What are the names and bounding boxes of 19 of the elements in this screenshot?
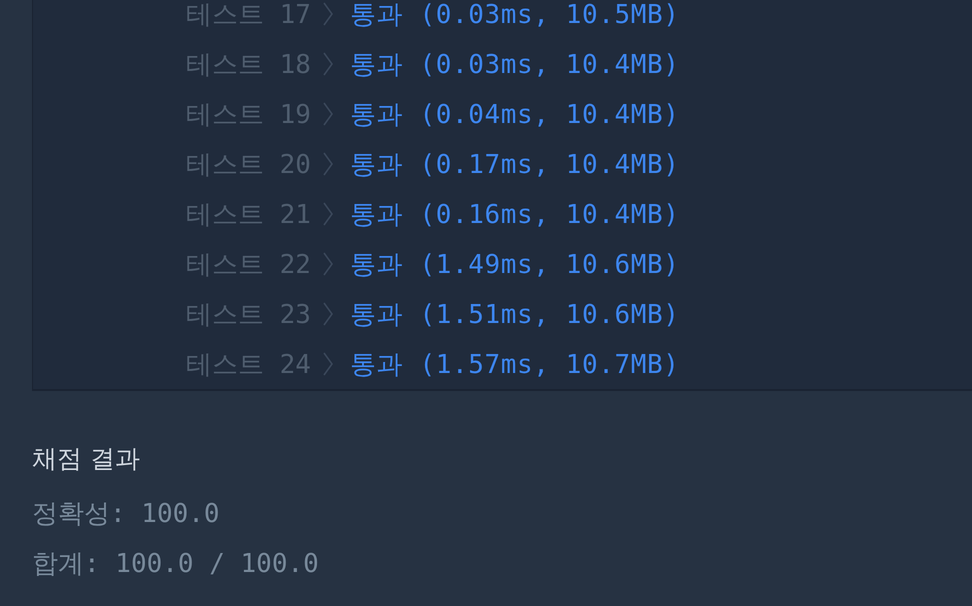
test-result: 통과 (0.03ms, 10.5MB) (350, 0, 680, 32)
test-result: 통과 (0.16ms, 10.4MB) (350, 198, 680, 232)
test-result: 통과 (1.57ms, 10.7MB) (350, 348, 680, 382)
test-result: 통과 (0.03ms, 10.4MB) (350, 48, 680, 82)
chevron-right-icon (322, 101, 334, 127)
grading-title: 채점 결과 (32, 443, 141, 475)
test-result: 통과 (1.51ms, 10.6MB) (350, 298, 680, 332)
score-line: 정확성: 100.0 (32, 498, 221, 531)
chevron-right-icon (322, 151, 334, 177)
chevron-right-icon (322, 301, 334, 327)
test-result: 통과 (0.17ms, 10.4MB) (350, 148, 680, 182)
test-result: 통과 (1.49ms, 10.6MB) (350, 248, 680, 282)
chevron-right-icon (322, 251, 334, 277)
chevron-right-icon (322, 1, 334, 27)
chevron-right-icon (322, 201, 334, 227)
chevron-right-icon (322, 351, 334, 377)
score-line: 합계: 100.0 / 100.0 (32, 548, 320, 581)
chevron-right-icon (322, 51, 334, 77)
test-result: 통과 (0.04ms, 10.4MB) (350, 98, 680, 132)
